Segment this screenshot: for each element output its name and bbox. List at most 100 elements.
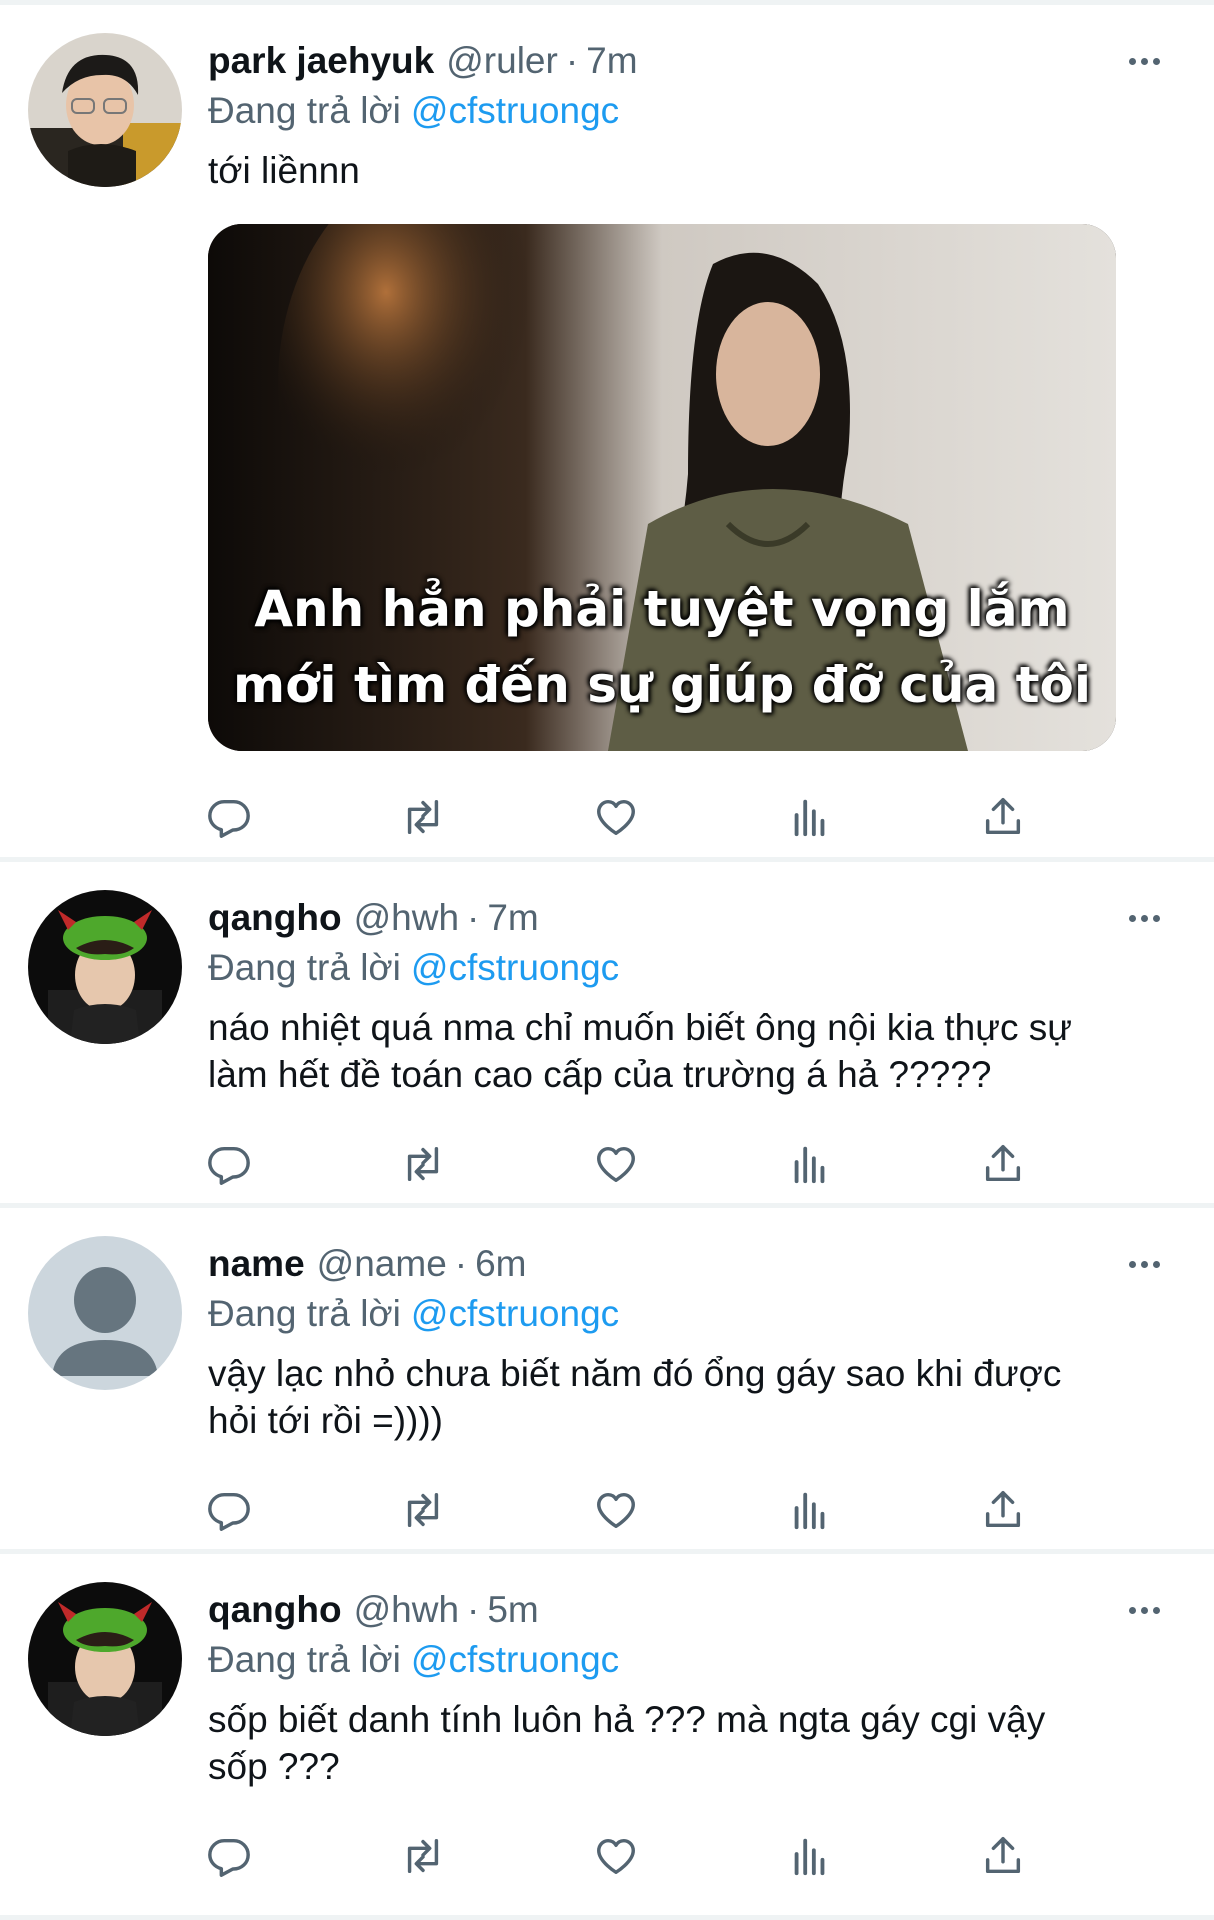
more-options-icon[interactable]: [1112, 1242, 1176, 1286]
reply-icon: [208, 1146, 250, 1185]
timestamp[interactable]: 6m: [475, 1240, 526, 1288]
analytics-button[interactable]: [787, 1826, 981, 1886]
share-icon: [986, 1491, 1021, 1528]
reply-prefix: Đang trả lời: [208, 1293, 401, 1334]
share-icon: [986, 798, 1021, 835]
reply-icon: [208, 1838, 250, 1877]
retweet-button[interactable]: [400, 1134, 594, 1194]
retweet-button[interactable]: [400, 787, 594, 847]
caption-line: Anh hẳn phải tuyệt vọng lắm: [254, 580, 1070, 638]
retweet-button[interactable]: [400, 1480, 594, 1540]
analytics-button[interactable]: [787, 1480, 981, 1540]
retweet-icon: [407, 1146, 438, 1182]
reply-button[interactable]: [206, 1480, 400, 1540]
text-line: sốp ???: [208, 1746, 340, 1787]
more-options-icon[interactable]: [1112, 1588, 1176, 1632]
tweet-header: park jaehyuk @ruler · 7m: [208, 37, 1174, 85]
retweet-icon: [407, 799, 438, 835]
avatar[interactable]: [28, 33, 182, 187]
user-handle[interactable]: @ruler: [446, 37, 558, 85]
tweet[interactable]: qangho @hwh · 5m Đang trả lời @cfstruongc…: [0, 1554, 1214, 1920]
user-handle[interactable]: @hwh: [354, 894, 459, 942]
more-options-icon[interactable]: [1112, 896, 1176, 940]
like-icon: [597, 799, 636, 836]
share-icon: [986, 1837, 1021, 1874]
caption-line: mới tìm đến sự giúp đỡ của tôi: [232, 656, 1092, 714]
avatar[interactable]: [28, 1582, 182, 1736]
analytics-button[interactable]: [787, 1134, 981, 1194]
tweet-text: náo nhiệt quá nma chỉ muốn biết ông nội …: [208, 1004, 1174, 1098]
reply-mention[interactable]: @cfstruongc: [411, 1639, 619, 1680]
reply-prefix: Đang trả lời: [208, 947, 401, 988]
tweet[interactable]: qangho @hwh · 7m Đang trả lời @cfstruongc…: [0, 862, 1214, 1208]
avatar[interactable]: [28, 890, 182, 1044]
analytics-icon: [794, 1146, 825, 1184]
reply-button[interactable]: [206, 1134, 400, 1194]
reply-context: Đang trả lời @cfstruongc: [208, 942, 1174, 994]
reply-context: Đang trả lời @cfstruongc: [208, 1634, 1174, 1686]
tweet-actions: [206, 1790, 1174, 1920]
reply-context: Đang trả lời @cfstruongc: [208, 1288, 1174, 1340]
reply-prefix: Đang trả lời: [208, 90, 401, 131]
media-caption: Anh hẳn phải tuyệt vọng lắm mới tìm đến …: [208, 571, 1116, 723]
retweet-icon: [407, 1838, 438, 1874]
display-name[interactable]: qangho: [208, 894, 342, 942]
analytics-icon: [794, 799, 825, 837]
retweet-button[interactable]: [400, 1826, 594, 1886]
timestamp[interactable]: 5m: [487, 1586, 538, 1634]
reply-button[interactable]: [206, 787, 400, 847]
display-name[interactable]: name: [208, 1240, 305, 1288]
user-handle[interactable]: @hwh: [354, 1586, 459, 1634]
text-line: sốp biết danh tính luôn hả ??? mà ngta g…: [208, 1699, 1046, 1740]
timestamp[interactable]: 7m: [487, 894, 538, 942]
like-button[interactable]: [593, 1826, 787, 1886]
like-icon: [597, 1492, 636, 1529]
separator-dot: ·: [565, 40, 579, 81]
separator-dot: ·: [467, 1589, 480, 1630]
tweet-header: qangho @hwh · 5m: [208, 1586, 1174, 1634]
share-button[interactable]: [980, 787, 1174, 847]
text-line: vậy lạc nhỏ chưa biết năm đó ổng gáy sao…: [208, 1353, 1062, 1394]
tweet[interactable]: name @name · 6m Đang trả lời @cfstruongc …: [0, 1208, 1214, 1554]
like-button[interactable]: [593, 1134, 787, 1194]
reply-prefix: Đang trả lời: [208, 1639, 401, 1680]
share-button[interactable]: [980, 1826, 1174, 1886]
more-options-icon[interactable]: [1112, 39, 1176, 83]
tweet-media[interactable]: Anh hẳn phải tuyệt vọng lắm mới tìm đến …: [208, 224, 1116, 751]
tweet-header: qangho @hwh · 7m: [208, 894, 1174, 942]
separator-dot: ·: [467, 897, 480, 938]
timestamp[interactable]: 7m: [586, 37, 637, 85]
display-name[interactable]: qangho: [208, 1586, 342, 1634]
analytics-icon: [794, 1838, 825, 1876]
share-button[interactable]: [980, 1480, 1174, 1540]
like-button[interactable]: [593, 787, 787, 847]
reply-icon: [208, 799, 250, 838]
analytics-icon: [794, 1492, 825, 1530]
retweet-icon: [407, 1492, 438, 1528]
share-icon: [986, 1145, 1021, 1182]
text-line: náo nhiệt quá nma chỉ muốn biết ông nội …: [208, 1007, 1073, 1048]
share-button[interactable]: [980, 1134, 1174, 1194]
avatar[interactable]: [28, 1236, 182, 1390]
tweet[interactable]: park jaehyuk @ruler · 7m Đang trả lời @cf…: [0, 5, 1214, 862]
text-line: hỏi tới rồi =)))): [208, 1400, 443, 1441]
like-icon: [597, 1838, 636, 1875]
separator-dot: ·: [454, 1243, 468, 1284]
tweet-header: name @name · 6m: [208, 1240, 1174, 1288]
display-name[interactable]: park jaehyuk: [208, 37, 434, 85]
reply-mention[interactable]: @cfstruongc: [411, 1293, 619, 1334]
reply-mention[interactable]: @cfstruongc: [411, 947, 619, 988]
text-line: làm hết đề toán cao cấp của trường á hả …: [208, 1054, 992, 1095]
reply-feed: park jaehyuk @ruler · 7m Đang trả lời @cf…: [0, 0, 1214, 1920]
tweet-text: vậy lạc nhỏ chưa biết năm đó ổng gáy sao…: [208, 1350, 1174, 1444]
reply-mention[interactable]: @cfstruongc: [411, 90, 619, 131]
reply-icon: [208, 1492, 250, 1531]
reply-context: Đang trả lời @cfstruongc: [208, 85, 1174, 137]
user-handle[interactable]: @name: [317, 1240, 447, 1288]
like-button[interactable]: [593, 1480, 787, 1540]
reply-button[interactable]: [206, 1826, 400, 1886]
analytics-button[interactable]: [787, 787, 981, 847]
tweet-text: sốp biết danh tính luôn hả ??? mà ngta g…: [208, 1696, 1174, 1790]
tweet-text: tới liềnnn: [208, 150, 360, 191]
like-icon: [597, 1146, 636, 1183]
